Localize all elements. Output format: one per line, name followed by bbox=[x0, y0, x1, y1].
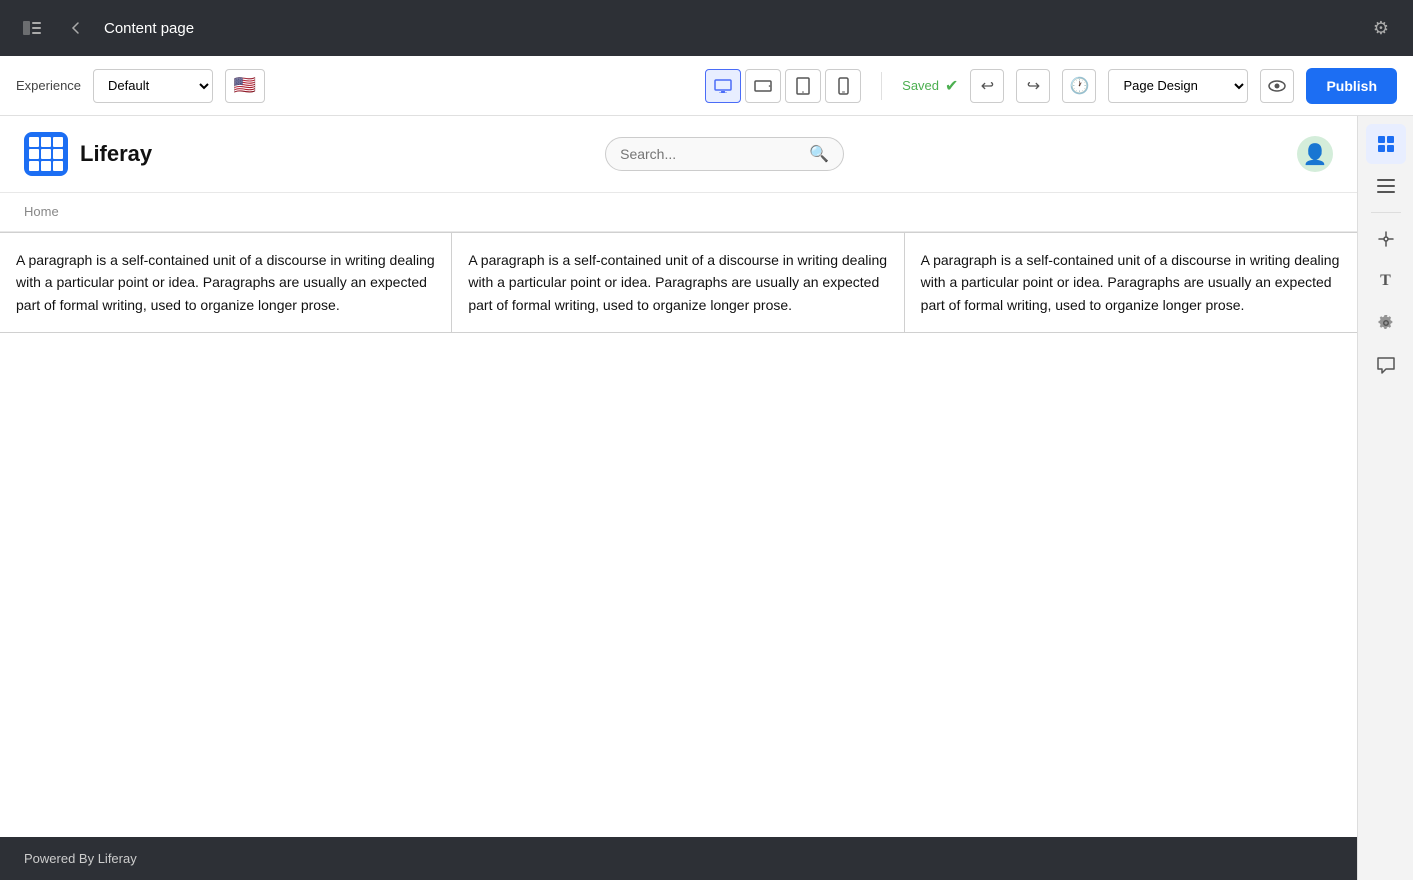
saved-check-icon: ✔ bbox=[945, 76, 958, 96]
sidebar-separator-1 bbox=[1371, 212, 1401, 213]
brand-logo-dot bbox=[41, 137, 51, 147]
page-title: Content page bbox=[104, 20, 194, 37]
desktop-view-button[interactable] bbox=[705, 69, 741, 103]
brand-logo-dot bbox=[41, 161, 51, 171]
grid-icon bbox=[1376, 134, 1396, 154]
sidebar-fragments-button[interactable] bbox=[1366, 124, 1406, 164]
main-layout: Liferay 🔍 👤 Home A paragraph is a self-c… bbox=[0, 116, 1413, 880]
undo-button[interactable]: ↩ bbox=[970, 69, 1004, 103]
back-icon bbox=[68, 20, 84, 36]
brand-logo-grid bbox=[29, 137, 63, 171]
toolbar-divider-1 bbox=[881, 72, 882, 100]
breadcrumb: Home bbox=[24, 204, 59, 219]
mobile-icon bbox=[838, 77, 849, 95]
column-text-1: A paragraph is a self-contained unit of … bbox=[0, 233, 452, 333]
page-design-select[interactable]: Page Design bbox=[1108, 69, 1248, 103]
redo-button[interactable]: ↪ bbox=[1016, 69, 1050, 103]
sidebar-toggle-button[interactable] bbox=[16, 12, 48, 44]
page-preview: Liferay 🔍 👤 Home A paragraph is a self-c… bbox=[0, 116, 1357, 880]
sidebar-style-button[interactable]: T bbox=[1366, 261, 1406, 301]
tablet-vertical-view-button[interactable] bbox=[785, 69, 821, 103]
preview-header: Liferay 🔍 👤 bbox=[0, 116, 1357, 193]
settings-button[interactable]: ⚙ bbox=[1365, 12, 1397, 44]
saved-label: Saved bbox=[902, 78, 939, 93]
publish-button[interactable]: Publish bbox=[1306, 68, 1397, 104]
sidebar-toggle-icon bbox=[23, 21, 41, 35]
brand-logo-dot bbox=[41, 149, 51, 159]
mapping-icon bbox=[1377, 230, 1395, 248]
desktop-icon bbox=[714, 79, 732, 93]
brand-logo-dot bbox=[29, 161, 39, 171]
device-buttons bbox=[705, 69, 861, 103]
brand-logo-dot bbox=[53, 161, 63, 171]
brand-logo-dot bbox=[29, 149, 39, 159]
sidebar-page-elements-button[interactable] bbox=[1366, 166, 1406, 206]
back-button[interactable] bbox=[60, 12, 92, 44]
saved-status: Saved ✔ bbox=[902, 76, 958, 96]
tablet-horizontal-icon bbox=[754, 79, 772, 93]
three-column-section: A paragraph is a self-contained unit of … bbox=[0, 232, 1357, 333]
toolbar: Experience Default 🇺🇸 bbox=[0, 56, 1413, 116]
brand-logo bbox=[24, 132, 68, 176]
history-button[interactable]: 🕐 bbox=[1062, 69, 1096, 103]
column-text-3: A paragraph is a self-contained unit of … bbox=[905, 233, 1357, 333]
search-input[interactable] bbox=[620, 146, 801, 162]
top-bar: Content page ⚙ bbox=[0, 0, 1413, 56]
preview-nav: Home bbox=[0, 193, 1357, 232]
sidebar-mapping-button[interactable] bbox=[1366, 219, 1406, 259]
list-icon bbox=[1377, 178, 1395, 194]
page-footer: Powered By Liferay bbox=[0, 837, 1357, 880]
language-flag-button[interactable]: 🇺🇸 bbox=[225, 69, 265, 103]
brand-logo-dot bbox=[29, 137, 39, 147]
brand: Liferay bbox=[24, 132, 152, 176]
brand-name: Liferay bbox=[80, 141, 152, 167]
content-area: Liferay 🔍 👤 Home A paragraph is a self-c… bbox=[0, 116, 1357, 880]
brand-logo-dot bbox=[53, 149, 63, 159]
column-text-2: A paragraph is a self-contained unit of … bbox=[452, 233, 904, 333]
top-bar-left: Content page bbox=[16, 12, 194, 44]
experience-select[interactable]: Default bbox=[93, 69, 213, 103]
eye-icon bbox=[1268, 79, 1286, 93]
style-icon: T bbox=[1380, 272, 1391, 290]
footer-text: Powered By Liferay bbox=[24, 851, 137, 866]
avatar: 👤 bbox=[1297, 136, 1333, 172]
right-sidebar: T bbox=[1357, 116, 1413, 880]
preview-button[interactable] bbox=[1260, 69, 1294, 103]
tablet-vertical-icon bbox=[796, 77, 810, 95]
preview-search[interactable]: 🔍 bbox=[605, 137, 844, 171]
tablet-horizontal-view-button[interactable] bbox=[745, 69, 781, 103]
comments-icon bbox=[1377, 357, 1395, 374]
sidebar-settings-button[interactable] bbox=[1366, 303, 1406, 343]
sidebar-comments-button[interactable] bbox=[1366, 345, 1406, 385]
search-icon: 🔍 bbox=[809, 144, 829, 164]
brand-logo-dot bbox=[53, 137, 63, 147]
flag-icon: 🇺🇸 bbox=[234, 75, 256, 96]
mobile-view-button[interactable] bbox=[825, 69, 861, 103]
experience-label: Experience bbox=[16, 78, 81, 93]
gear-settings-icon bbox=[1377, 314, 1395, 332]
